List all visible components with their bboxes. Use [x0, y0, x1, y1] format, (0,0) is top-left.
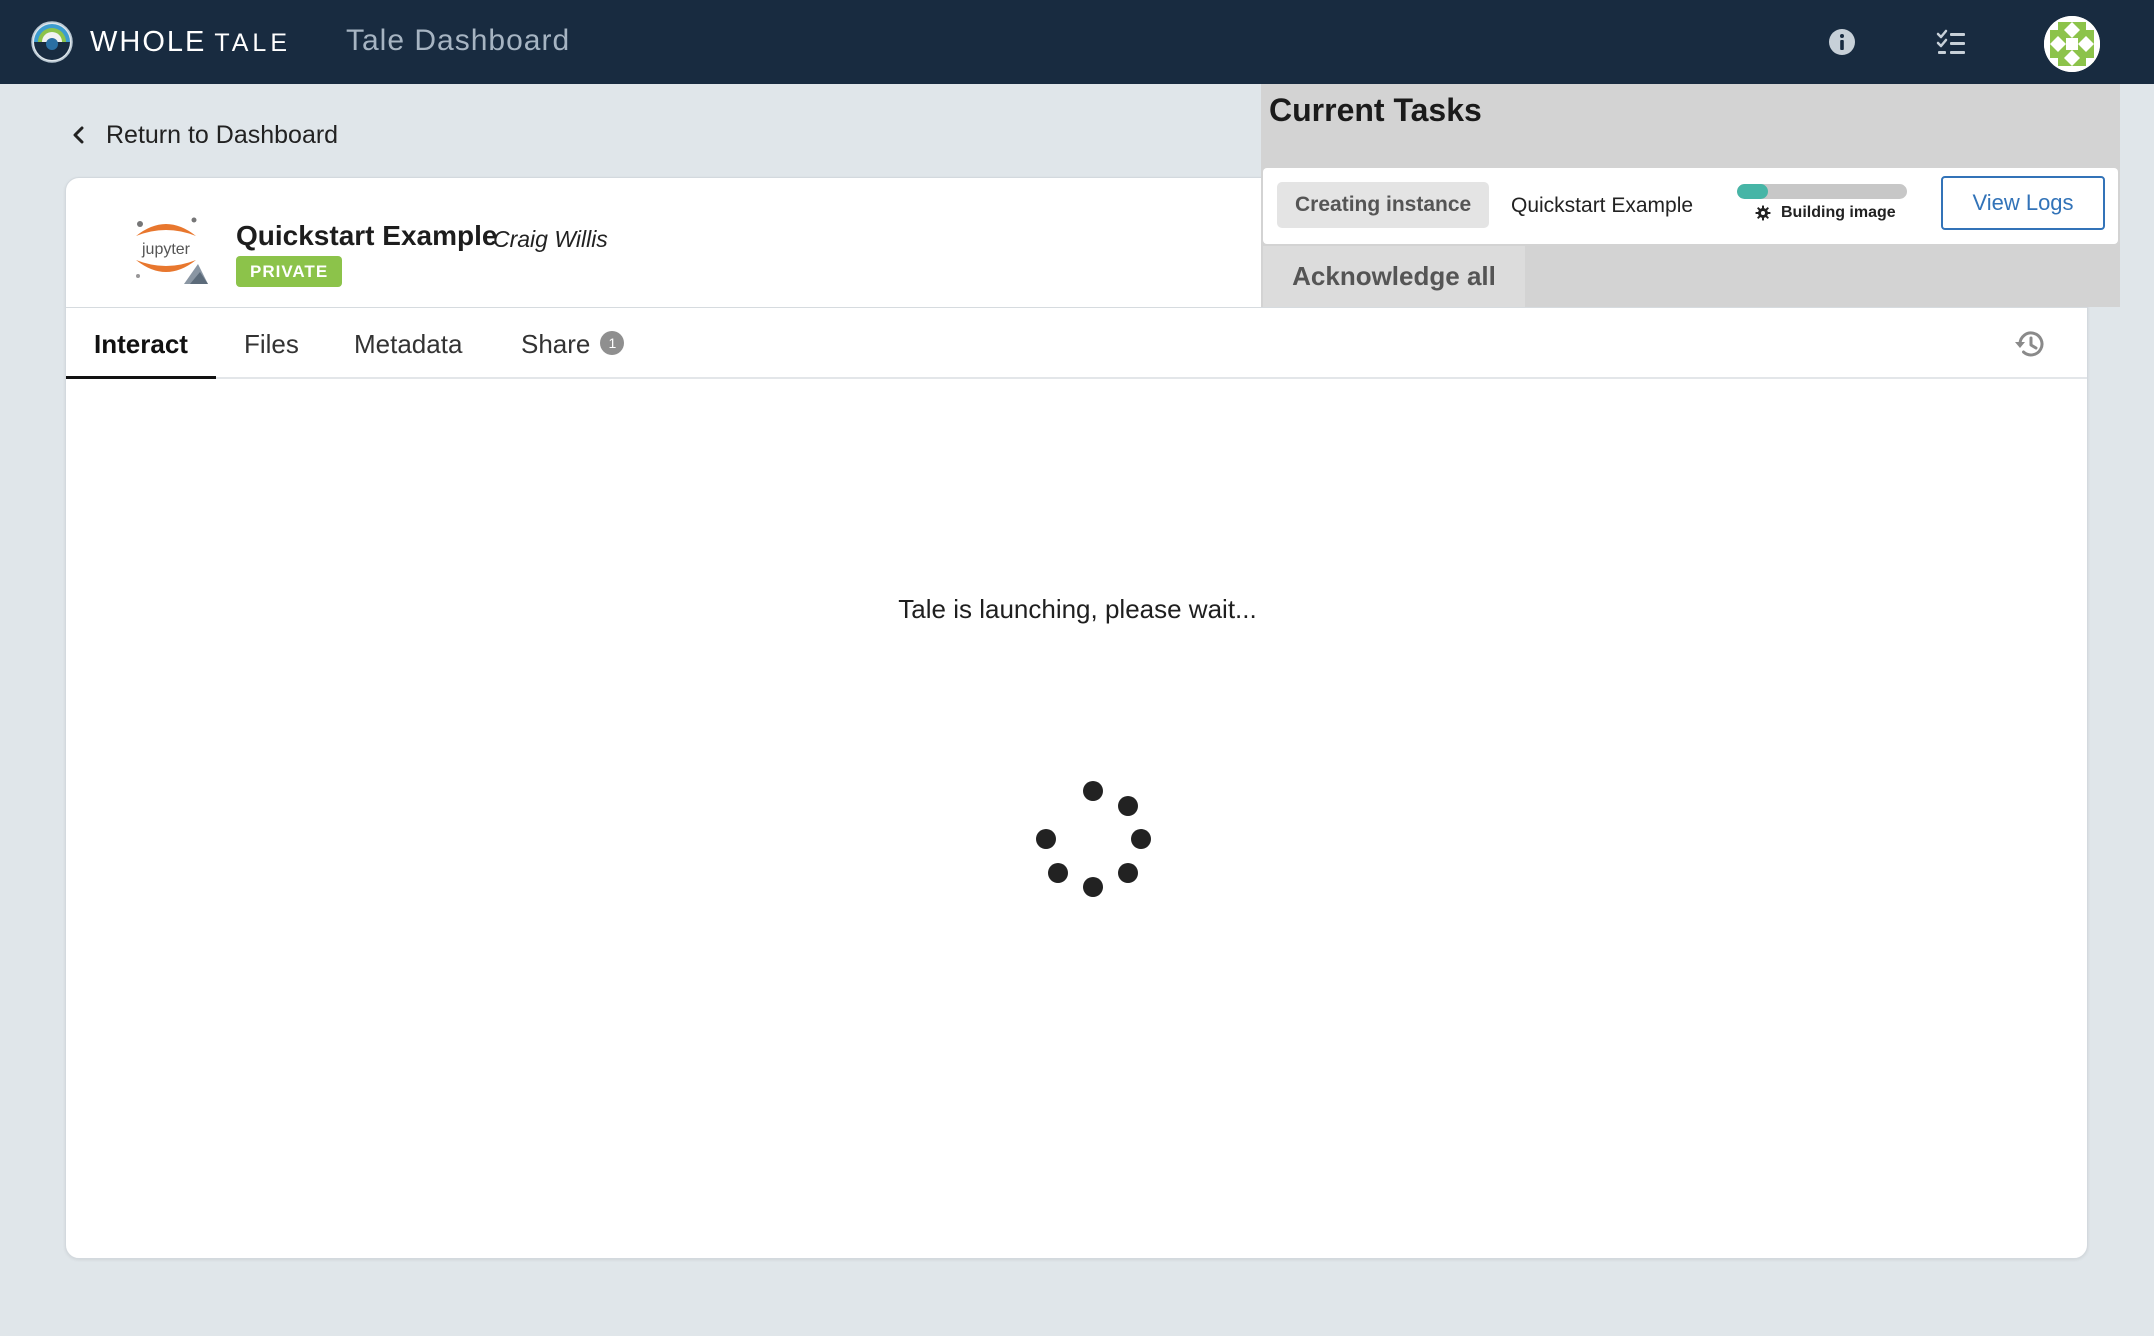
task-progress-fill [1737, 184, 1768, 199]
gear-icon [1755, 205, 1771, 221]
whole-tale-logo-icon [31, 21, 73, 63]
task-row: Creating instance Quickstart Example Bui… [1263, 168, 2118, 244]
thumbnail-text: jupyter [141, 241, 191, 258]
acknowledge-all-button[interactable]: Acknowledge all [1263, 246, 1525, 307]
task-progress-bar [1737, 184, 1907, 199]
tab-share-label: Share [521, 329, 591, 359]
chevron-left-icon [73, 126, 84, 144]
tale-tabs: Interact Files Metadata Share 1 [66, 309, 2087, 379]
view-logs-button[interactable]: View Logs [1941, 176, 2105, 230]
tale-title: Quickstart Example [236, 220, 498, 251]
task-status-label: Creating instance [1277, 182, 1490, 228]
tab-files[interactable]: Files [244, 309, 299, 379]
jupyter-logo-icon: jupyter [118, 202, 214, 298]
nav-page-title: Tale Dashboard [346, 24, 571, 57]
tale-author: Craig Willis [493, 226, 608, 252]
task-step-label: Building image [1781, 204, 1896, 221]
brand-name-secondary: TALE [214, 28, 292, 57]
current-tasks-panel: Current Tasks Creating instance Quicksta… [1261, 84, 2120, 307]
brand-name: WHOLE TALE [90, 26, 291, 59]
top-navbar: WHOLE TALE Tale Dashboard [0, 0, 2154, 84]
avatar[interactable] [2044, 16, 2100, 72]
avatar-identicon-icon [2044, 16, 2100, 72]
tab-interact[interactable]: Interact [66, 309, 216, 379]
visibility-badge: PRIVATE [236, 256, 343, 287]
share-count-badge: 1 [600, 331, 625, 356]
current-tasks-title: Current Tasks [1269, 92, 1482, 128]
task-list-icon[interactable] [1935, 26, 1967, 58]
brand[interactable]: WHOLE TALE [30, 0, 291, 84]
return-link-label: Return to Dashboard [106, 120, 339, 149]
loading-spinner-icon [1036, 781, 1151, 897]
task-step: Building image [1755, 204, 1896, 222]
tab-metadata[interactable]: Metadata [354, 309, 462, 379]
brand-name-primary: WHOLE [90, 25, 207, 58]
return-to-dashboard-link[interactable]: Return to Dashboard [70, 118, 338, 152]
info-icon[interactable] [1826, 26, 1858, 58]
history-icon[interactable] [2013, 327, 2047, 361]
tale-card: jupyter Quickstart Example Craig Willis … [65, 177, 2088, 1259]
tab-share[interactable]: Share 1 [521, 309, 625, 379]
launch-message: Tale is launching, please wait... [898, 594, 1257, 624]
task-name: Quickstart Example [1511, 194, 1694, 217]
